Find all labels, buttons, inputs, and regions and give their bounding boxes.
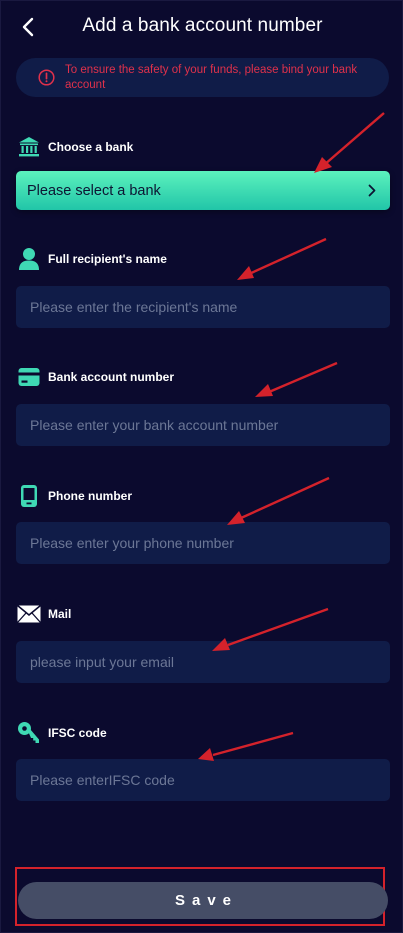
warning-circle-icon [38,69,55,86]
page-title: Add a bank account number [82,15,323,36]
ifsc-input[interactable] [16,759,390,801]
bank-label-row: Choose a bank [17,135,133,159]
annotation-arrow-account [255,361,338,397]
account-label-row: Bank account number [17,365,174,389]
ifsc-label: IFSC code [48,726,107,740]
card-icon [17,365,41,389]
phone-input[interactable] [16,522,390,564]
chevron-right-icon [368,184,376,197]
mail-label-row: Mail [17,602,71,626]
annotation-arrow-name [237,237,327,280]
mail-label: Mail [48,607,72,621]
phone-label: Phone number [48,489,133,503]
key-icon [17,721,41,745]
email-input[interactable] [16,641,390,683]
save-button[interactable]: Save [18,882,388,919]
bank-select-text: Please select a bank [27,182,161,199]
annotation-arrow-bank [314,112,385,173]
safety-notice: To ensure the safety of your funds, plea… [16,58,389,97]
bank-label: Choose a bank [48,140,134,154]
name-label: Full recipient's name [48,252,167,266]
name-label-row: Full recipient's name [17,247,167,271]
ifsc-label-row: IFSC code [17,721,107,745]
annotation-arrow-phone [227,476,330,525]
header: Add a bank account number [1,1,403,55]
notice-text: To ensure the safety of your funds, plea… [65,63,358,91]
phone-label-row: Phone number [17,484,132,508]
mail-icon [17,602,41,626]
bank-icon [17,135,41,159]
bank-select[interactable]: Please select a bank [16,171,390,210]
person-icon [17,247,41,271]
recipient-name-input[interactable] [16,286,390,328]
phone-icon [17,484,41,508]
account-label: Bank account number [48,370,175,384]
account-number-input[interactable] [16,404,390,446]
